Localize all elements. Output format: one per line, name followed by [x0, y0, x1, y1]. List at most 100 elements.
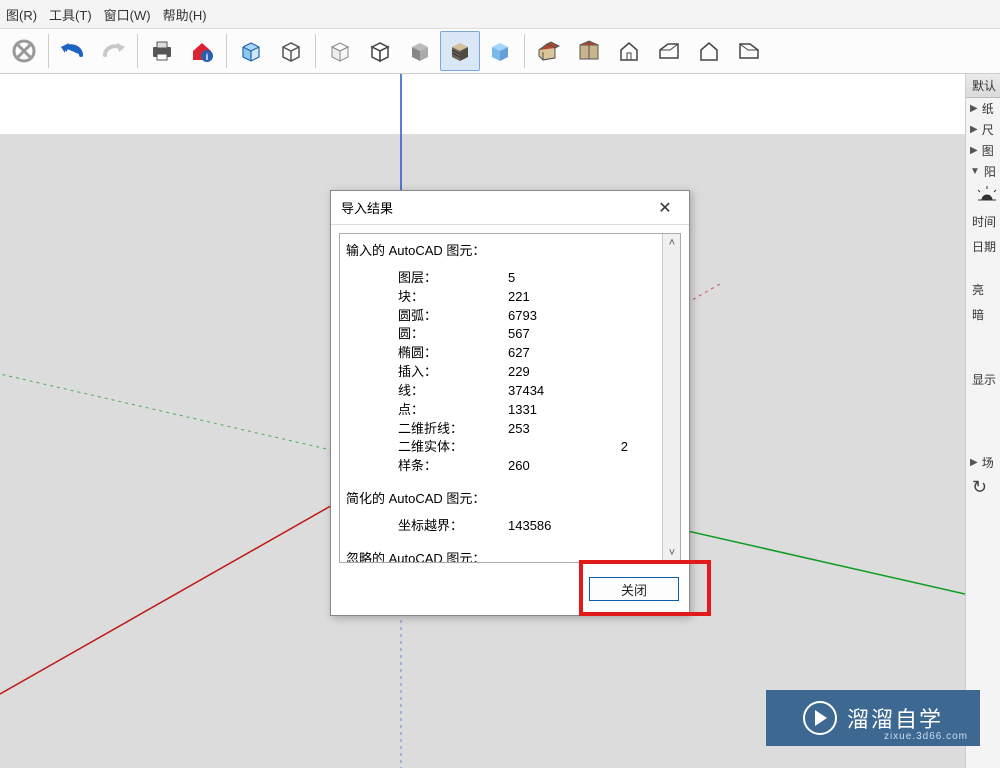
row-value: 1331	[508, 401, 568, 420]
row-value: 221	[508, 288, 568, 307]
style-textured-button[interactable]	[440, 31, 480, 71]
refresh-button[interactable]: ↻	[966, 473, 1000, 502]
watermark: 溜溜自学 zixue.3d66.com	[766, 690, 980, 746]
section-imported-heading: 输入的 AutoCAD 图元：	[346, 242, 652, 261]
cube-textured-icon	[447, 39, 473, 63]
accordion-item-bottom[interactable]: ▶场	[966, 452, 1000, 473]
time-label: 时间	[966, 209, 1000, 234]
watermark-url: zixue.3d66.com	[884, 731, 968, 742]
menu-bar: 图(R) 工具(T) 窗口(W) 帮助(H)	[0, 0, 1000, 28]
dialog-body: 输入的 AutoCAD 图元： 图层：5 块：221 圆弧：6793 圆：567…	[339, 233, 681, 563]
row-label: 块：	[398, 288, 508, 307]
accordion-item[interactable]: ▶图	[966, 140, 1000, 161]
section-simplified-heading: 简化的 AutoCAD 图元：	[346, 490, 652, 509]
style-wireframe-button[interactable]	[231, 31, 271, 71]
cube-white-icon	[327, 39, 353, 63]
dialog-titlebar[interactable]: 导入结果 ✕	[331, 191, 689, 225]
row-value: 627	[508, 344, 568, 363]
toolbar-separator	[48, 34, 49, 68]
menu-window[interactable]: 窗口(W)	[98, 3, 157, 26]
cancel-icon	[11, 38, 37, 64]
style-shaded-button[interactable]	[320, 31, 360, 71]
view-left-button[interactable]	[729, 31, 769, 71]
row-label: 图层：	[398, 269, 508, 288]
close-icon: ✕	[658, 198, 671, 218]
house-iso-icon	[535, 38, 563, 64]
cube-solid-icon	[407, 39, 433, 63]
menu-help[interactable]: 帮助(H)	[157, 3, 213, 26]
row-value: 143586	[508, 517, 568, 536]
row-label: 二维折线：	[398, 420, 508, 439]
house-back-icon	[696, 38, 722, 64]
house-side1-icon	[656, 38, 682, 64]
scroll-down-icon[interactable]: ˅	[665, 546, 679, 560]
view-top-button[interactable]	[569, 31, 609, 71]
model-info-button[interactable]: i	[182, 31, 222, 71]
view-right-button[interactable]	[649, 31, 689, 71]
toolbar-separator	[315, 34, 316, 68]
row-label: 二维实体：	[398, 438, 508, 457]
house-front-icon	[616, 38, 642, 64]
section-ignored-heading: 忽略的 AutoCAD 图元：	[346, 550, 652, 562]
redo-icon	[99, 39, 127, 63]
toolbar-separator	[226, 34, 227, 68]
date-label: 日期	[966, 234, 1000, 259]
row-value: 567	[508, 325, 568, 344]
toolbar-separator	[137, 34, 138, 68]
row-value: 229	[508, 363, 568, 382]
dialog-close-button[interactable]: ✕	[651, 194, 679, 222]
row-label: 坐标越界：	[398, 517, 508, 536]
row-value: 37434	[508, 382, 568, 401]
bright-label: 亮	[966, 277, 1000, 302]
row-label: 样条：	[398, 457, 508, 476]
import-result-dialog: 导入结果 ✕ 输入的 AutoCAD 图元： 图层：5 块：221 圆弧：679…	[330, 190, 690, 616]
view-front-button[interactable]	[609, 31, 649, 71]
print-button[interactable]	[142, 31, 182, 71]
row-label: 椭圆：	[398, 344, 508, 363]
row-label: 点：	[398, 401, 508, 420]
toolbar: i	[0, 28, 1000, 74]
accordion-item[interactable]: ▶纸	[966, 98, 1000, 119]
watermark-brand: 溜溜自学	[847, 702, 943, 734]
view-iso-button[interactable]	[529, 31, 569, 71]
undo-button[interactable]	[53, 31, 93, 71]
cancel-button[interactable]	[4, 31, 44, 71]
menu-view[interactable]: 图(R)	[0, 3, 43, 26]
row-label: 线：	[398, 382, 508, 401]
undo-icon	[59, 39, 87, 63]
house-top-icon	[576, 39, 602, 63]
accordion-item[interactable]: ▶尺	[966, 119, 1000, 140]
play-icon	[803, 701, 837, 735]
dialog-buttons: 关闭	[331, 571, 689, 615]
display-label: 显示	[966, 367, 1000, 392]
dialog-content: 输入的 AutoCAD 图元： 图层：5 块：221 圆弧：6793 圆：567…	[340, 234, 662, 562]
house-side2-icon	[736, 38, 762, 64]
style-hidden-button[interactable]	[271, 31, 311, 71]
style-monochrome-button[interactable]	[400, 31, 440, 71]
close-button[interactable]: 关闭	[589, 577, 679, 601]
menu-tools[interactable]: 工具(T)	[43, 3, 98, 26]
cube-edges-icon	[367, 39, 393, 63]
house-info-icon: i	[189, 38, 215, 64]
dark-label: 暗	[966, 302, 1000, 327]
panel-tab-default[interactable]: 默认	[966, 74, 1000, 98]
cube-wire-icon	[238, 39, 264, 63]
svg-text:i: i	[206, 52, 209, 62]
toolbar-separator	[524, 34, 525, 68]
style-shaded-edges-button[interactable]	[360, 31, 400, 71]
row-value: 260	[508, 457, 568, 476]
sun-icon	[966, 182, 1000, 209]
cube-outline-icon	[278, 39, 304, 63]
style-xray-button[interactable]	[480, 31, 520, 71]
dialog-title: 导入结果	[341, 198, 393, 217]
accordion-item[interactable]: ▼阳	[966, 161, 1000, 182]
row-value: 253	[508, 420, 568, 439]
printer-icon	[149, 39, 175, 63]
view-back-button[interactable]	[689, 31, 729, 71]
cube-xray-icon	[487, 39, 513, 63]
scroll-up-icon[interactable]: ˄	[665, 236, 679, 250]
redo-button[interactable]	[93, 31, 133, 71]
dialog-scrollbar[interactable]: ˄ ˅	[662, 234, 680, 562]
row-label: 圆：	[398, 325, 508, 344]
right-panel: 默认 ▶纸 ▶尺 ▶图 ▼阳 时间 日期 亮 暗 显示 ▶场 ↻	[965, 74, 1000, 768]
